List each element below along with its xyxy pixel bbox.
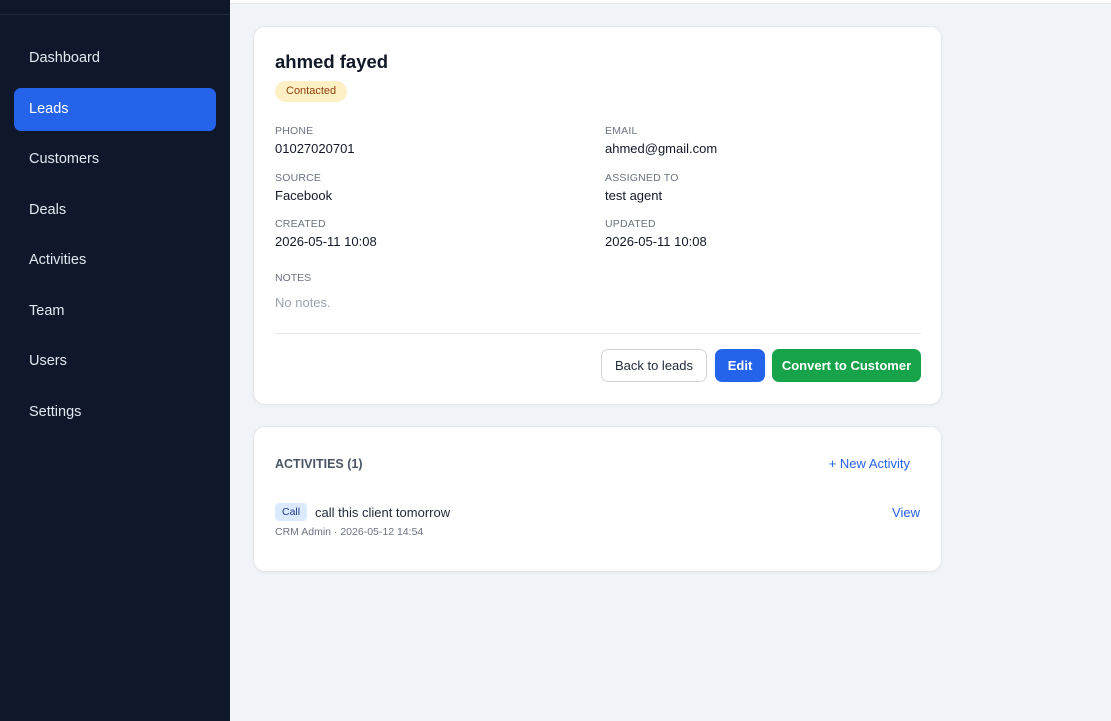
new-activity-button[interactable]: + New Activity: [829, 456, 910, 471]
sidebar-item-leads[interactable]: Leads: [14, 87, 216, 131]
activity-type-badge: Call: [275, 503, 308, 521]
email-field: EMAIL ahmed@gmail.com: [605, 125, 717, 156]
sidebar-item-team[interactable]: Team: [14, 290, 216, 333]
source-label: SOURCE: [275, 172, 322, 184]
source-field: SOURCE Facebook: [275, 172, 332, 203]
sidebar-item-settings[interactable]: Settings: [14, 391, 216, 434]
divider: [275, 333, 921, 334]
sidebar-item-deals[interactable]: Deals: [14, 189, 216, 232]
sidebar: Dashboard Leads Customers Deals Activiti…: [0, 0, 230, 721]
created-field: CREATED 2026-05-11 10:08: [275, 218, 377, 249]
sidebar-nav: Dashboard Leads Customers Deals Activiti…: [14, 37, 216, 441]
email-label: EMAIL: [605, 125, 638, 137]
back-to-leads-button[interactable]: Back to leads: [601, 349, 707, 382]
edit-button[interactable]: Edit: [715, 349, 765, 382]
created-label: CREATED: [275, 218, 326, 230]
assigned-label: ASSIGNED TO: [605, 172, 679, 184]
activities-card: ACTIVITIES (1) + New Activity Call call …: [253, 426, 942, 572]
email-value: ahmed@gmail.com: [605, 141, 718, 156]
status-badge: Contacted: [275, 81, 348, 102]
sidebar-item-users[interactable]: Users: [14, 340, 216, 383]
phone-label: PHONE: [275, 125, 314, 137]
activities-title: ACTIVITIES (1): [275, 457, 363, 471]
convert-to-customer-button[interactable]: Convert to Customer: [772, 349, 921, 382]
sidebar-item-customers[interactable]: Customers: [14, 138, 216, 181]
assigned-field: ASSIGNED TO test agent: [605, 172, 679, 203]
assigned-value: test agent: [605, 188, 663, 203]
sidebar-divider: [0, 14, 230, 15]
lead-detail-card: ahmed fayed Contacted PHONE 01027020701 …: [253, 26, 942, 405]
phone-value: 01027020701: [275, 141, 355, 156]
activity-text: call this client tomorrow: [315, 505, 451, 520]
updated-value: 2026-05-11 10:08: [605, 234, 707, 249]
notes-label: NOTES: [275, 272, 312, 284]
sidebar-item-dashboard[interactable]: Dashboard: [14, 37, 216, 80]
source-value: Facebook: [275, 188, 333, 203]
notes-value: No notes.: [275, 295, 331, 310]
top-bar: [230, 0, 1111, 4]
updated-field: UPDATED 2026-05-11 10:08: [605, 218, 707, 249]
lead-name: ahmed fayed: [275, 51, 389, 72]
phone-field: PHONE 01027020701: [275, 125, 355, 156]
updated-label: UPDATED: [605, 218, 656, 230]
activity-view-link[interactable]: View: [892, 505, 920, 520]
created-value: 2026-05-11 10:08: [275, 234, 377, 249]
sidebar-item-activities[interactable]: Activities: [14, 239, 216, 282]
activity-meta: CRM Admin · 2026-05-12 14:54: [275, 526, 424, 538]
